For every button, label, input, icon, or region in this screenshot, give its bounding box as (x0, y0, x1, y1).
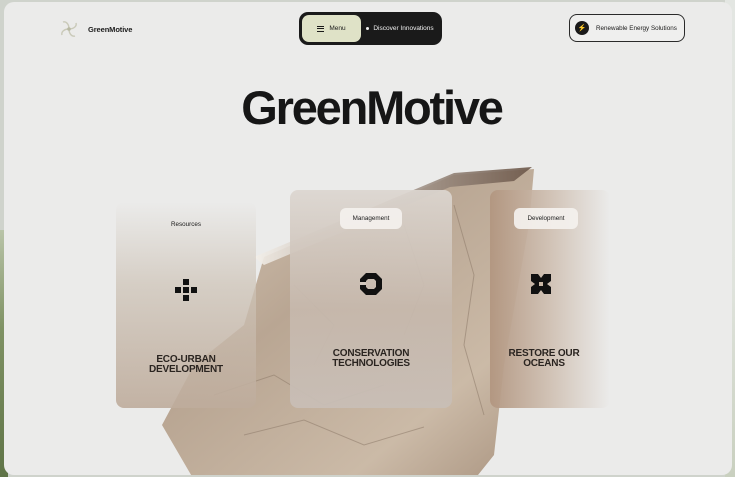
card-tag: Resources (170, 221, 202, 228)
x-cross-icon (531, 274, 551, 294)
card-eco-urban[interactable]: Resources ECO-URBAN DEVELOPMENT (116, 202, 256, 408)
cta-label: Renewable Energy Solutions (596, 24, 677, 32)
hero-title: GreenMotive (241, 81, 504, 134)
page-frame: GreenMotive Menu Discover Innovations ⚡ … (4, 2, 732, 475)
card-title: CONSERVATION TECHNOLOGIES (332, 349, 410, 369)
card-title-line: TECHNOLOGIES (332, 358, 410, 369)
card-restore-oceans[interactable]: Development RESTORE OUR OCEANS (490, 190, 610, 408)
menu-button[interactable]: Menu (302, 15, 361, 42)
menu-label: Menu (329, 25, 346, 32)
card-title: RESTORE OUR OCEANS (509, 349, 580, 369)
discover-label: Discover Innovations (373, 25, 434, 32)
card-tag: Management (339, 208, 403, 229)
brand-logo[interactable]: GreenMotive (58, 18, 132, 40)
discover-innovations-link[interactable]: Discover Innovations (361, 25, 439, 32)
lightning-icon: ⚡ (575, 21, 589, 35)
nav-pill: Menu Discover Innovations (299, 12, 442, 45)
pinwheel-logo-icon (61, 21, 77, 37)
card-conservation[interactable]: Management CONSERVATION TECHNOLOGIES (290, 190, 452, 408)
card-title-line: OCEANS (523, 358, 565, 369)
card-title: ECO-URBAN DEVELOPMENT (149, 355, 223, 375)
card-title-line: DEVELOPMENT (149, 364, 223, 375)
octagon-ring-icon (360, 273, 382, 295)
brand-name: GreenMotive (88, 24, 133, 34)
bullet-dot-icon (366, 27, 370, 30)
hamburger-icon (317, 25, 325, 32)
renewable-energy-button[interactable]: ⚡ Renewable Energy Solutions (569, 14, 685, 42)
card-tag: Development (514, 208, 578, 229)
plus-diamond-icon (175, 279, 197, 301)
